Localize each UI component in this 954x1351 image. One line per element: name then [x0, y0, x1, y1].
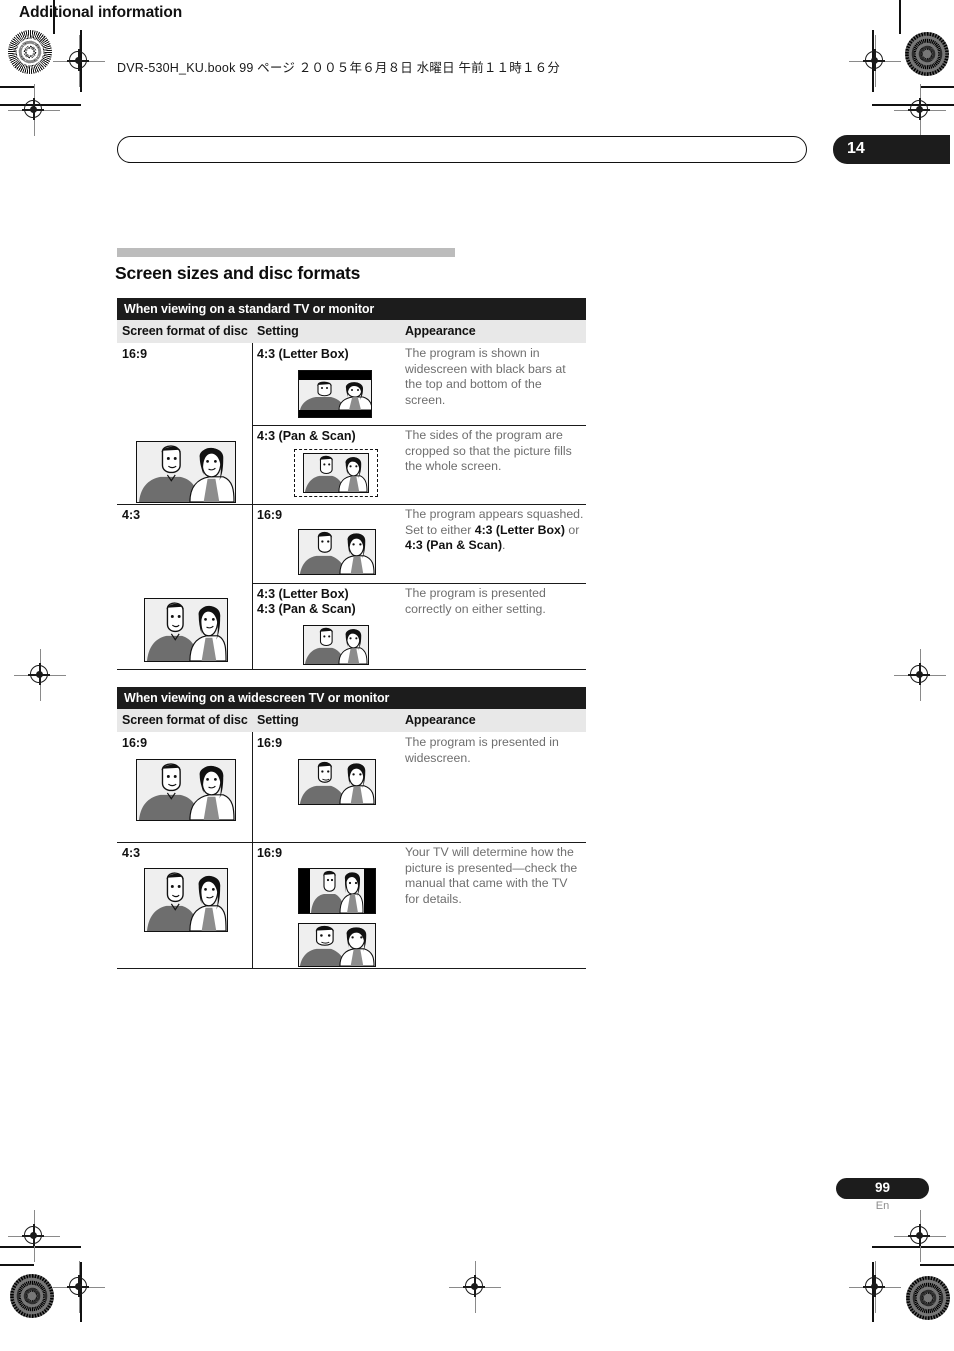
appearance-text: Your TV will determine how the picture i… — [405, 845, 578, 906]
column-header-setting: Setting — [257, 324, 299, 338]
registration-target-top-right — [849, 35, 901, 87]
disc-format-label: 16:9 — [122, 347, 148, 361]
standard-people-illustration — [144, 868, 228, 932]
crop-mark-top-left-h — [0, 86, 34, 88]
row-divider — [252, 425, 586, 427]
setting-label-line2: 4:3 (Pan & Scan) — [257, 602, 356, 616]
crop-mark-top-right-v — [899, 0, 901, 34]
black-bar-left — [299, 869, 310, 913]
table-bottom-border — [117, 669, 586, 671]
appearance-text: The sides of the program are cropped so … — [405, 428, 572, 474]
column-header-setting: Setting — [257, 713, 299, 727]
registration-rosette-top-left — [8, 30, 52, 74]
column-header-appearance: Appearance — [405, 713, 476, 727]
print-file-info: DVR-530H_KU.book 99 ページ ２００５年６月８日 水曜日 午前… — [117, 61, 561, 75]
widescreen-people-illustration — [136, 441, 236, 503]
setting-label: 16:9 — [257, 736, 283, 750]
disc-format-label: 16:9 — [122, 736, 148, 750]
black-bar-right — [364, 869, 375, 913]
registration-target-bottom-right — [894, 1210, 946, 1262]
crop-mark-bottom-left-h — [0, 1264, 34, 1266]
table-bottom-border — [117, 968, 586, 970]
chapter-number: 14 — [847, 140, 865, 157]
appearance-text: The program is presented correctly on ei… — [405, 586, 546, 616]
page-title: Additional information — [19, 4, 183, 21]
column-divider — [252, 343, 254, 670]
setting-label: 4:3 (Letter Box) 4:3 (Pan & Scan) — [257, 587, 356, 617]
column-header-appearance: Appearance — [405, 324, 476, 338]
widescreen-people-illustration — [136, 759, 236, 821]
setting-label: 16:9 — [257, 508, 283, 522]
registration-target-bottom-center — [449, 1261, 501, 1313]
registration-target-top-left — [53, 35, 105, 87]
running-head-bar — [117, 136, 807, 163]
widescreen-people-illustration — [298, 759, 376, 805]
registration-target-bottom-left-lower — [53, 1261, 105, 1313]
column-divider — [252, 732, 254, 969]
table-banner: When viewing on a standard TV or monitor — [117, 298, 586, 320]
registration-target-bottom-right-lower — [849, 1261, 901, 1313]
setting-label: 4:3 (Letter Box) — [257, 347, 349, 361]
row-divider — [252, 583, 586, 585]
registration-target-right-middle — [894, 649, 946, 701]
registration-target-top-right-lower — [894, 84, 946, 136]
setting-label: 16:9 — [257, 846, 283, 860]
table-column-headers: Screen format of disc Setting Appearance — [117, 709, 586, 732]
table-banner: When viewing on a widescreen TV or monit… — [117, 687, 586, 709]
crop-mark-top-right-h — [920, 86, 954, 88]
group-divider — [117, 504, 586, 506]
registration-target-top-left-lower — [8, 84, 60, 136]
table-body: 16:9 — [117, 732, 586, 970]
setting-label: 4:3 (Pan & Scan) — [257, 429, 356, 443]
standard-people-illustration — [144, 598, 228, 662]
widescreen-tv-table: When viewing on a widescreen TV or monit… — [117, 687, 586, 970]
column-header-format: Screen format of disc — [122, 713, 248, 727]
appearance-text: The program is shown in widescreen with … — [405, 346, 566, 407]
disc-format-label: 4:3 — [122, 846, 141, 860]
correct-people-illustration — [303, 625, 369, 665]
pillarbox-people-illustration — [298, 868, 376, 914]
letterbox-people-illustration — [298, 370, 372, 418]
stretched-people-illustration — [298, 923, 376, 967]
registration-target-left-middle — [14, 649, 66, 701]
section-rule-bar — [117, 248, 455, 257]
chapter-number-badge: 14 — [833, 135, 950, 164]
section-heading: Screen sizes and disc formats — [115, 263, 361, 283]
black-bar-top — [299, 371, 371, 380]
registration-rosette-top-right — [905, 32, 949, 76]
appearance-text: The program is presented in widescreen. — [405, 735, 559, 765]
registration-rosette-bottom-right — [906, 1276, 950, 1320]
setting-label-line1: 4:3 (Letter Box) — [257, 587, 349, 601]
language-code: En — [875, 1200, 890, 1212]
disc-format-label: 4:3 — [122, 508, 141, 522]
standard-tv-table: When viewing on a standard TV or monitor… — [117, 298, 586, 671]
table-body: 16:9 — [117, 343, 586, 671]
registration-target-bottom-left — [8, 1210, 60, 1262]
group-divider — [117, 842, 586, 844]
table-column-headers: Screen format of disc Setting Appearance — [117, 320, 586, 343]
page-number-badge: 99 — [836, 1178, 929, 1199]
appearance-text: The program appears squashed. Set to eit… — [405, 507, 584, 553]
page-number: 99 — [874, 1180, 891, 1195]
column-header-format: Screen format of disc — [122, 324, 248, 338]
crop-mark-bottom-right-h — [920, 1264, 954, 1266]
squashed-people-illustration — [298, 529, 376, 575]
panscan-cropped-people-illustration — [303, 453, 369, 493]
registration-rosette-bottom-left — [10, 1274, 54, 1318]
